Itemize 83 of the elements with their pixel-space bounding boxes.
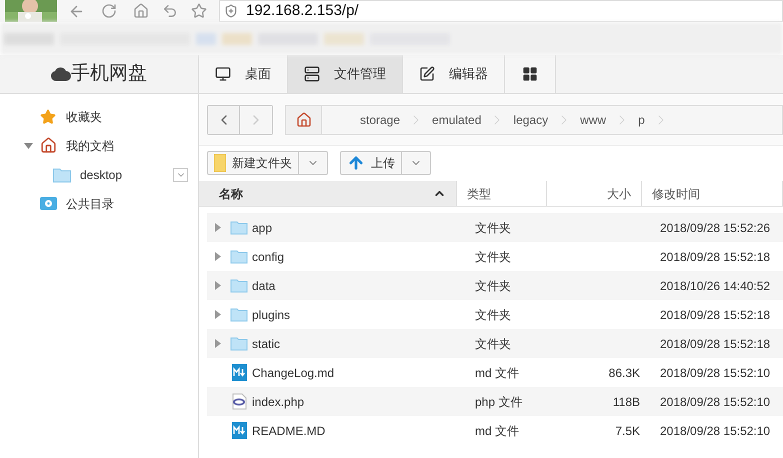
modified-time: 2018/09/28 15:52:18	[659, 248, 770, 266]
back-button[interactable]	[208, 106, 240, 134]
reload-icon[interactable]	[101, 3, 117, 19]
php-file-icon	[232, 393, 246, 410]
folder-icon	[230, 249, 248, 264]
dropdown-button[interactable]	[173, 168, 188, 182]
sidebar-label: 公共目录	[66, 196, 114, 212]
nav-tab[interactable]: 文件管理	[288, 55, 403, 93]
file-name[interactable]: static	[252, 334, 280, 352]
breadcrumb-link[interactable]: emulated	[424, 110, 490, 128]
file-type: php 文件	[474, 394, 524, 410]
collapse-arrow-icon[interactable]	[24, 142, 33, 148]
expand-arrow-icon[interactable]	[215, 252, 221, 261]
modified-time: 2018/09/28 15:52:10	[659, 422, 770, 440]
modified-time: 2018/09/28 15:52:10	[659, 364, 770, 382]
breadcrumb-link[interactable]: storage	[352, 110, 408, 128]
file-name[interactable]: README.MD	[252, 422, 326, 440]
file-name[interactable]: data	[252, 276, 276, 294]
file-name[interactable]: plugins	[252, 306, 290, 324]
file-name[interactable]: app	[252, 218, 272, 236]
file-name[interactable]: index.php	[252, 392, 304, 410]
folder-icon	[230, 307, 248, 322]
modified-time: 2018/10/26 14:40:52	[659, 278, 770, 294]
undo-icon[interactable]	[162, 3, 178, 19]
grid-icon	[522, 66, 538, 82]
file-type: 文件夹	[474, 220, 512, 236]
breadcrumb-link[interactable]: p	[630, 110, 653, 128]
sidebar-item[interactable]: 我的文档	[0, 131, 198, 160]
markdown-icon	[232, 422, 246, 439]
url-text: 192.168.2.153/p/	[246, 0, 359, 21]
edit-icon	[419, 66, 435, 82]
column-header[interactable]: 大小	[547, 181, 642, 206]
monitor-icon	[215, 66, 231, 82]
modified-time: 2018/09/28 15:52:18	[659, 306, 770, 324]
sidebar-item[interactable]: desktop	[0, 160, 198, 189]
cloud-icon	[51, 67, 71, 81]
column-header[interactable]: 名称	[199, 181, 457, 206]
modified-time: 2018/09/28 15:52:26	[659, 220, 770, 236]
file-size: 118B	[612, 394, 640, 410]
bookmark-icon[interactable]	[191, 3, 207, 19]
modified-time: 2018/09/28 15:52:10	[659, 394, 770, 410]
forward-button[interactable]	[240, 106, 272, 134]
home-button[interactable]	[286, 106, 322, 134]
file-name[interactable]: ChangeLog.md	[252, 364, 334, 382]
home-icon[interactable]	[133, 3, 149, 19]
app-title: 手机网盘	[71, 62, 147, 86]
address-bar[interactable]: 192.168.2.153/p/	[219, 0, 783, 22]
star-icon	[40, 108, 56, 124]
markdown-icon	[232, 364, 246, 381]
folder-icon	[230, 220, 248, 235]
file-size: 7.5K	[615, 422, 640, 440]
drive-icon	[40, 196, 56, 211]
sidebar-label: 我的文档	[66, 138, 114, 154]
expand-arrow-icon[interactable]	[215, 310, 221, 319]
folder-icon	[52, 166, 72, 182]
file-type: 文件夹	[474, 306, 512, 324]
sidebar-label: desktop	[80, 166, 122, 184]
folder-icon	[214, 154, 226, 172]
sidebar-item[interactable]: 收藏夹	[0, 102, 198, 131]
file-type: md 文件	[474, 422, 520, 440]
expand-arrow-icon[interactable]	[215, 223, 221, 232]
home-icon	[40, 137, 56, 154]
file-type: 文件夹	[474, 248, 512, 266]
folder-icon	[230, 336, 248, 351]
server-icon	[304, 66, 320, 82]
expand-arrow-icon[interactable]	[215, 339, 221, 348]
column-header[interactable]: 修改时间	[642, 181, 783, 206]
file-size: 86.3K	[608, 364, 640, 382]
file-name[interactable]: config	[252, 248, 284, 266]
file-type: 文件夹	[474, 336, 512, 352]
sidebar-item[interactable]: 公共目录	[0, 189, 198, 218]
modified-time: 2018/09/28 15:52:18	[659, 336, 770, 352]
shield-icon	[224, 4, 238, 18]
upload-icon	[347, 154, 365, 172]
file-type: md 文件	[474, 364, 520, 382]
breadcrumb-link[interactable]: www	[572, 110, 614, 128]
sidebar-label: 收藏夹	[66, 108, 102, 126]
home-icon	[296, 112, 312, 128]
folder-icon	[230, 278, 248, 293]
expand-arrow-icon[interactable]	[215, 281, 221, 290]
breadcrumb-link[interactable]: legacy	[505, 110, 556, 128]
column-header[interactable]: 类型	[457, 181, 547, 206]
file-type: 文件夹	[474, 278, 512, 294]
